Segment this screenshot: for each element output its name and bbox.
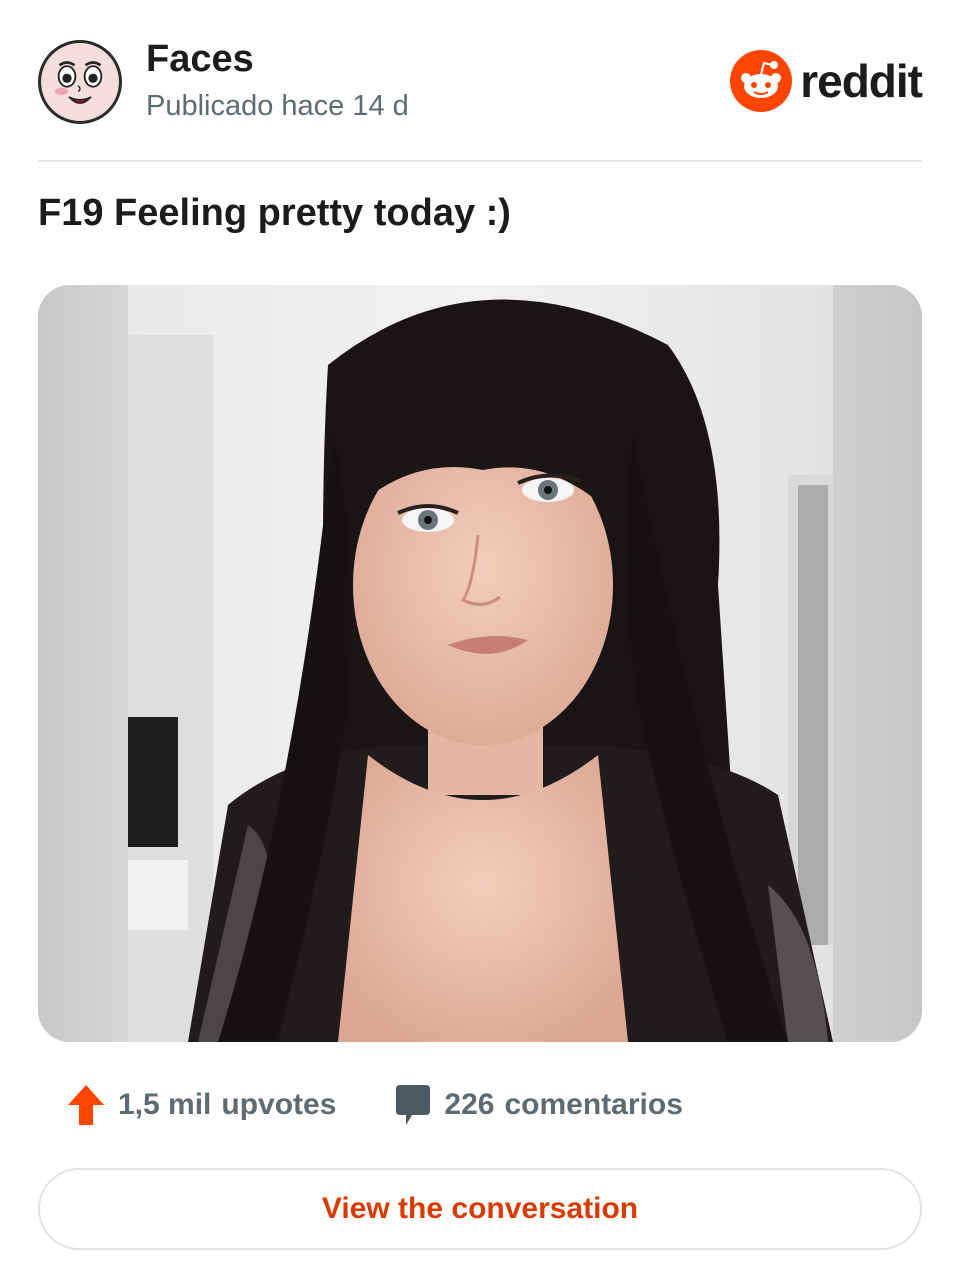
post-title[interactable]: F19 Feeling pretty today :) bbox=[38, 192, 511, 235]
upvotes-label: upvotes bbox=[221, 1088, 337, 1121]
upvotes-count: 1,5 mil bbox=[118, 1088, 212, 1121]
view-conversation-button[interactable]: View the conversation bbox=[38, 1168, 922, 1250]
post-media[interactable] bbox=[38, 285, 922, 1042]
header-divider bbox=[38, 160, 922, 162]
upvotes-stat[interactable]: 1,5 mil upvotes bbox=[66, 1083, 336, 1127]
reddit-logo[interactable]: reddit bbox=[730, 50, 923, 112]
face-cartoon-icon bbox=[42, 44, 118, 120]
reddit-snoo-icon bbox=[730, 50, 793, 112]
post-image[interactable] bbox=[128, 285, 833, 1042]
post-header: Faces Publicado hace 14 d reddit bbox=[38, 38, 923, 128]
subreddit-name[interactable]: Faces bbox=[146, 38, 254, 81]
comments-stat[interactable]: 226 comentarios bbox=[392, 1083, 683, 1127]
selfie-photo bbox=[128, 285, 833, 1042]
subreddit-avatar[interactable] bbox=[38, 40, 122, 124]
comments-label: comentarios bbox=[504, 1088, 683, 1121]
reddit-wordmark: reddit bbox=[800, 55, 923, 107]
post-stats: 1,5 mil upvotes 226 comentarios bbox=[66, 1082, 683, 1128]
comments-count: 226 bbox=[444, 1088, 495, 1121]
upvote-arrow-icon[interactable] bbox=[66, 1083, 106, 1127]
post-timestamp: Publicado hace 14 d bbox=[146, 90, 409, 122]
comment-bubble-icon[interactable] bbox=[392, 1083, 432, 1127]
